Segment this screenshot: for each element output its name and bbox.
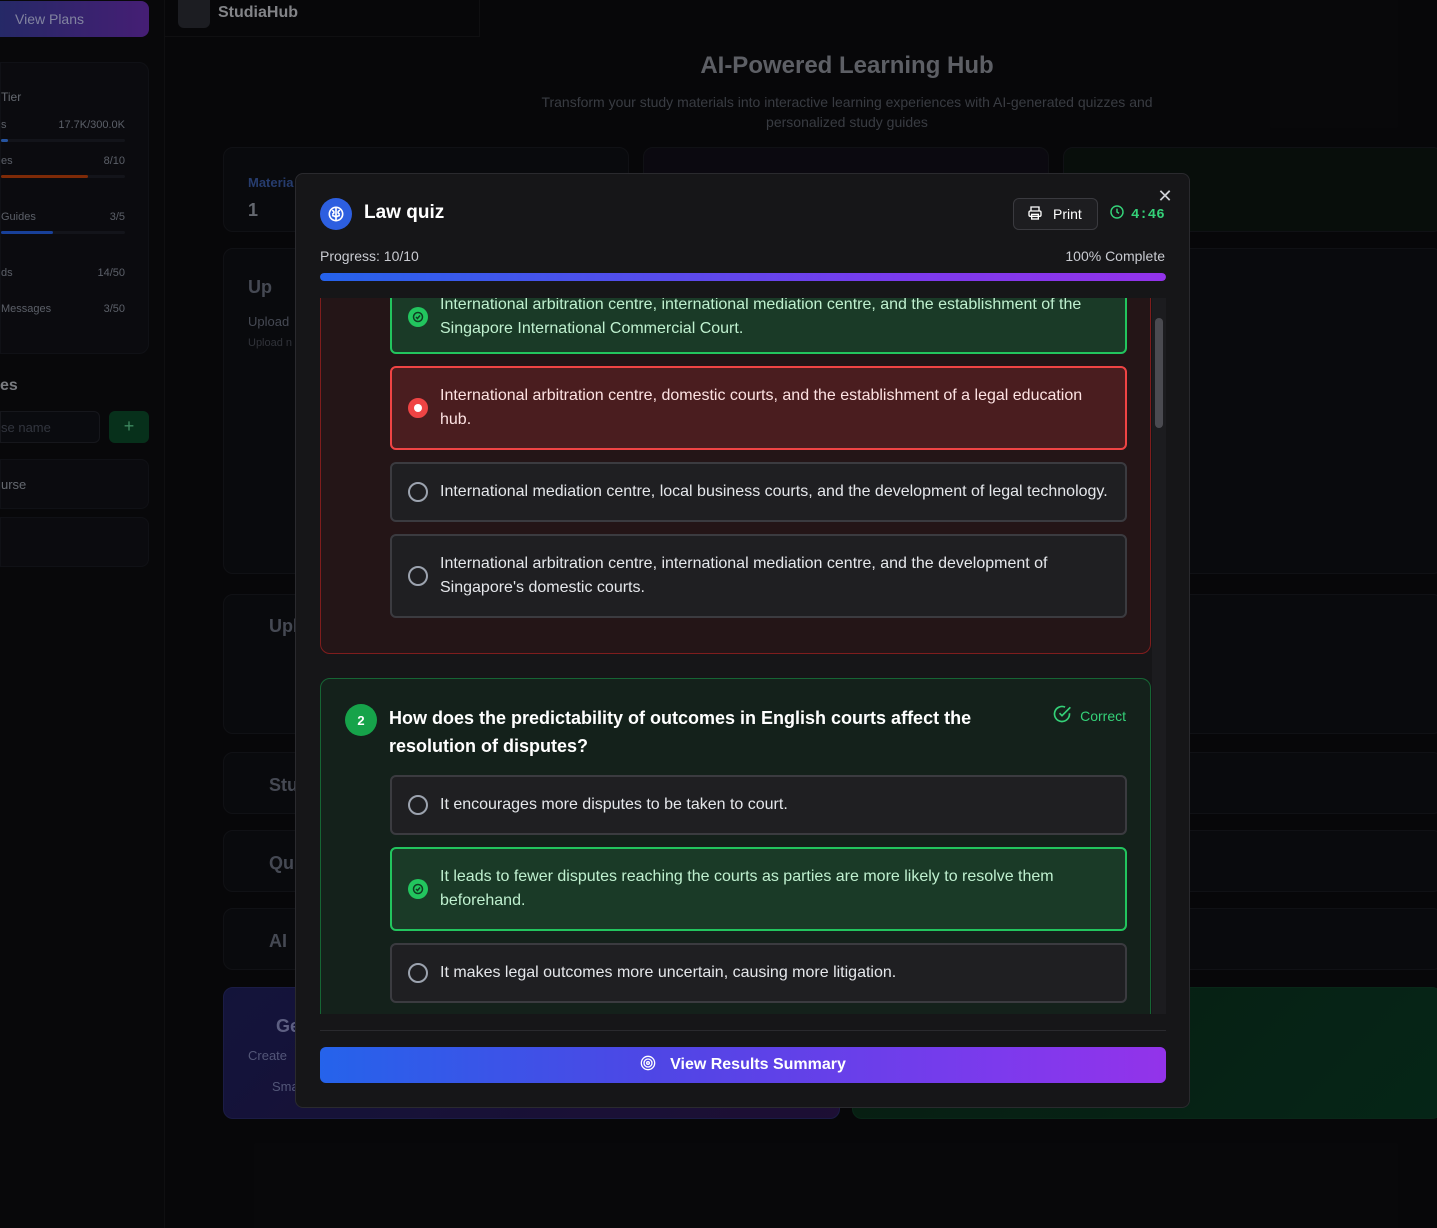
radio-selected-icon: [408, 398, 428, 418]
answer-option[interactable]: It encourages more disputes to be taken …: [390, 775, 1127, 835]
answer-option[interactable]: International mediation centre, local bu…: [390, 462, 1127, 522]
question-status: Correct: [1052, 704, 1126, 727]
clock-icon: [1109, 204, 1125, 225]
printer-icon: [1027, 205, 1043, 224]
radio-icon: [408, 566, 428, 586]
close-icon[interactable]: ✕: [1156, 187, 1174, 205]
target-icon: [640, 1055, 656, 1076]
check-circle-icon: [408, 307, 428, 327]
answer-option[interactable]: International arbitration centre, intern…: [390, 534, 1127, 618]
check-circle-icon: [408, 879, 428, 899]
question-number: 2: [345, 704, 377, 736]
progress-fill: [320, 273, 1166, 281]
quiz-timer: 4:46: [1109, 204, 1165, 225]
progress-label: Progress: 10/10: [320, 248, 419, 264]
scrollbar-thumb[interactable]: [1155, 318, 1163, 428]
footer-divider: [320, 1030, 1166, 1031]
question-card-2: 2 How does the predictability of outcome…: [320, 678, 1151, 1014]
progress-bar: [320, 273, 1166, 281]
quiz-modal: Law quiz Print 4:46 ✕ Progress: 10/10 10…: [295, 173, 1190, 1108]
answer-option-correct[interactable]: It leads to fewer disputes reaching the …: [390, 847, 1127, 931]
radio-icon: [408, 482, 428, 502]
radio-icon: [408, 963, 428, 983]
answer-option[interactable]: International arbitration centre, intern…: [390, 298, 1127, 354]
progress-percent: 100% Complete: [1065, 248, 1165, 264]
view-results-summary-button[interactable]: View Results Summary: [320, 1047, 1166, 1083]
print-label: Print: [1053, 206, 1082, 222]
questions-scroll-area[interactable]: International arbitration centre, intern…: [320, 298, 1166, 1014]
answer-option-selected[interactable]: International arbitration centre, domest…: [390, 366, 1127, 450]
radio-icon: [408, 795, 428, 815]
quiz-title: Law quiz: [364, 202, 445, 223]
print-button[interactable]: Print: [1013, 198, 1098, 230]
question-card-1: International arbitration centre, intern…: [320, 298, 1151, 654]
question-text: How does the predictability of outcomes …: [389, 708, 972, 756]
answer-option[interactable]: It makes legal outcomes more uncertain, …: [390, 943, 1127, 1003]
scrollbar[interactable]: [1152, 298, 1166, 1014]
check-circle-icon: [1052, 704, 1072, 727]
brain-icon: [320, 198, 352, 230]
timer-value: 4:46: [1131, 206, 1165, 223]
